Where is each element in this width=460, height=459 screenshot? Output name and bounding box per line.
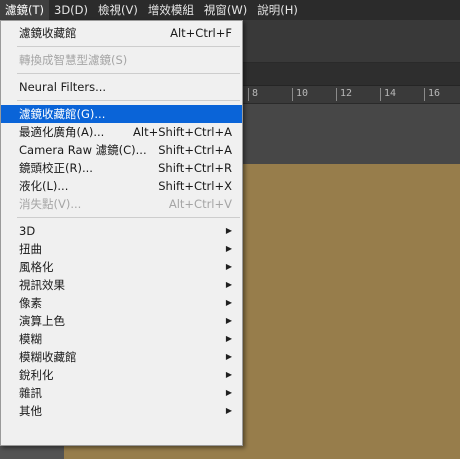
menu-item-label: 風格化 (19, 260, 54, 274)
submenu-distort[interactable]: 扭曲 ▶ (1, 240, 242, 258)
ruler-tick: 10 (292, 88, 308, 101)
menu-separator (17, 46, 240, 47)
submenu-stylize[interactable]: 風格化 ▶ (1, 258, 242, 276)
menu-item-label: 視訊效果 (19, 278, 65, 292)
menu-item-label: 其他 (19, 404, 42, 418)
menu-item-liquify[interactable]: 液化(L)... Shift+Ctrl+X (1, 177, 242, 195)
submenu-arrow-icon: ▶ (225, 352, 232, 361)
menu-item-label: 像素 (19, 296, 42, 310)
menu-separator (17, 100, 240, 101)
ruler-tick: 14 (380, 88, 396, 101)
menu-item-last-filter[interactable]: 濾鏡收藏館 Alt+Ctrl+F (1, 24, 242, 42)
filter-menu: 濾鏡收藏館 Alt+Ctrl+F 轉換成智慧型濾鏡(S) Neural Filt… (0, 20, 243, 446)
menu-item-label: 3D (19, 224, 36, 238)
menu-item-label: 鏡頭校正(R)... (19, 161, 93, 175)
submenu-arrow-icon: ▶ (225, 226, 232, 235)
submenu-sharpen[interactable]: 銳利化 ▶ (1, 366, 242, 384)
submenu-noise[interactable]: 雜訊 ▶ (1, 384, 242, 402)
menu-item-label: 扭曲 (19, 242, 42, 256)
menu-view[interactable]: 檢視(V) (93, 0, 143, 20)
menu-item-camera-raw[interactable]: Camera Raw 濾鏡(C)... Shift+Ctrl+A (1, 141, 242, 159)
menu-item-shortcut: Alt+Ctrl+F (170, 26, 232, 40)
submenu-arrow-icon: ▶ (225, 262, 232, 271)
menu-item-label: 轉換成智慧型濾鏡(S) (19, 53, 128, 67)
menu-item-shortcut: Alt+Ctrl+V (168, 197, 232, 211)
menu-item-convert-smart-filters[interactable]: 轉換成智慧型濾鏡(S) (1, 51, 242, 69)
menu-bar: 濾鏡(T) 3D(D) 檢視(V) 增效模組 視窗(W) 說明(H) (0, 0, 460, 20)
submenu-pixelate[interactable]: 像素 ▶ (1, 294, 242, 312)
menu-separator (17, 73, 240, 74)
menu-separator (17, 217, 240, 218)
ruler-tick: 12 (336, 88, 352, 101)
menu-window[interactable]: 視窗(W) (199, 0, 252, 20)
menu-item-vanishing-point[interactable]: 消失點(V)... Alt+Ctrl+V (1, 195, 242, 213)
submenu-blur[interactable]: 模糊 ▶ (1, 330, 242, 348)
menu-item-label: Neural Filters... (19, 80, 107, 94)
menu-plugins[interactable]: 增效模組 (143, 0, 199, 20)
submenu-render[interactable]: 演算上色 ▶ (1, 312, 242, 330)
menu-item-label: 最適化廣角(A)... (19, 125, 105, 139)
menu-item-lens-correction[interactable]: 鏡頭校正(R)... Shift+Ctrl+R (1, 159, 242, 177)
menu-item-filter-gallery[interactable]: 濾鏡收藏館(G)... (1, 105, 242, 123)
menu-item-shortcut: Shift+Ctrl+R (158, 161, 232, 175)
submenu-arrow-icon: ▶ (225, 370, 232, 379)
horizontal-ruler[interactable]: 8 10 12 14 16 (242, 86, 460, 104)
menu-item-adaptive-wide-angle[interactable]: 最適化廣角(A)... Alt+Shift+Ctrl+A (1, 123, 242, 141)
ruler-tick: 16 (424, 88, 440, 101)
menu-item-shortcut: Alt+Shift+Ctrl+A (133, 125, 232, 139)
menu-item-label: 演算上色 (19, 314, 65, 328)
menu-item-label: 消失點(V)... (19, 197, 82, 211)
menu-item-label: Camera Raw 濾鏡(C)... (19, 143, 147, 157)
ruler-tick: 8 (248, 88, 258, 101)
menu-item-label: 模糊收藏館 (19, 350, 77, 364)
menu-filter[interactable]: 濾鏡(T) (0, 0, 49, 20)
submenu-other[interactable]: 其他 ▶ (1, 402, 242, 420)
submenu-arrow-icon: ▶ (225, 388, 232, 397)
menu-help[interactable]: 說明(H) (252, 0, 303, 20)
submenu-arrow-icon: ▶ (225, 406, 232, 415)
menu-item-label: 濾鏡收藏館(G)... (19, 107, 106, 121)
submenu-video[interactable]: 視訊效果 ▶ (1, 276, 242, 294)
submenu-blur-gallery[interactable]: 模糊收藏館 ▶ (1, 348, 242, 366)
submenu-arrow-icon: ▶ (225, 316, 232, 325)
menu-item-label: 濾鏡收藏館 (19, 26, 77, 40)
menu-item-label: 模糊 (19, 332, 42, 346)
menu-3d[interactable]: 3D(D) (49, 0, 93, 20)
submenu-3d[interactable]: 3D ▶ (1, 222, 242, 240)
menu-item-neural-filters[interactable]: Neural Filters... (1, 78, 242, 96)
submenu-arrow-icon: ▶ (225, 298, 232, 307)
menu-item-label: 雜訊 (19, 386, 42, 400)
submenu-arrow-icon: ▶ (225, 244, 232, 253)
menu-item-label: 銳利化 (19, 368, 54, 382)
submenu-arrow-icon: ▶ (225, 334, 232, 343)
menu-item-shortcut: Shift+Ctrl+A (158, 143, 232, 157)
menu-item-shortcut: Shift+Ctrl+X (158, 179, 232, 193)
menu-item-label: 液化(L)... (19, 179, 69, 193)
submenu-arrow-icon: ▶ (225, 280, 232, 289)
